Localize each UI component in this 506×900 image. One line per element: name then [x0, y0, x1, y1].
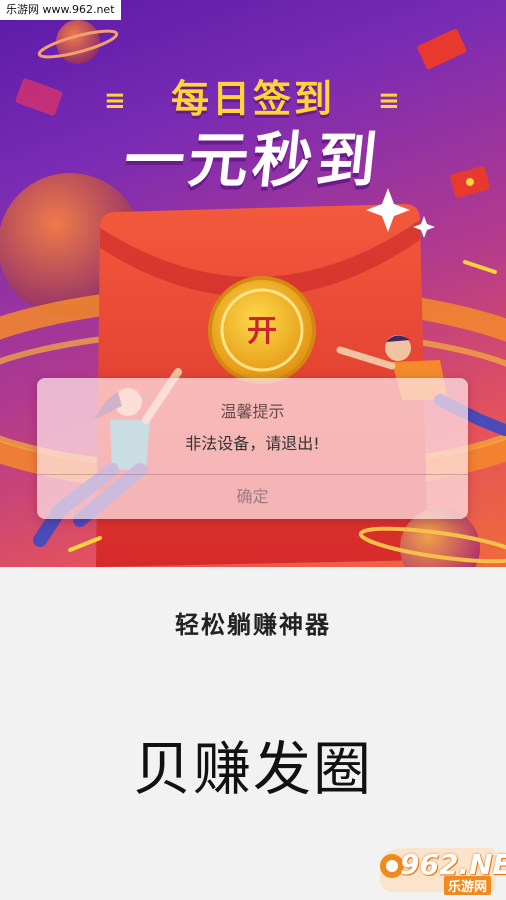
watermark-top: 乐游网 www.962.net — [0, 0, 121, 20]
app-name: 贝赚发圈 — [132, 735, 373, 803]
dialog-ok-button[interactable]: 确定 — [37, 475, 468, 519]
coin-label: 开 — [247, 314, 277, 349]
dialog-message: 非法设备，请退出! — [185, 434, 320, 453]
watermark-bottom: 962.NET 乐游网 — [370, 842, 506, 895]
promo-banner: ≡ ≡ 每日签到 一元秒到 开 温馨提示 非法设备，请退出! 确定 — [0, 0, 506, 567]
dialog-title: 温馨提示 — [220, 402, 285, 421]
app-tagline: 轻松躺赚神器 — [175, 610, 331, 639]
floating-envelope-icon — [417, 28, 467, 70]
small-planet-icon — [37, 20, 119, 64]
headline-instant-payout: 一元秒到 — [120, 126, 385, 196]
shooting-star — [463, 260, 497, 274]
alert-dialog: 温馨提示 非法设备，请退出! 确定 — [37, 378, 468, 519]
shooting-star — [68, 536, 102, 552]
watermark-site-text: 乐游网 — [444, 876, 492, 895]
